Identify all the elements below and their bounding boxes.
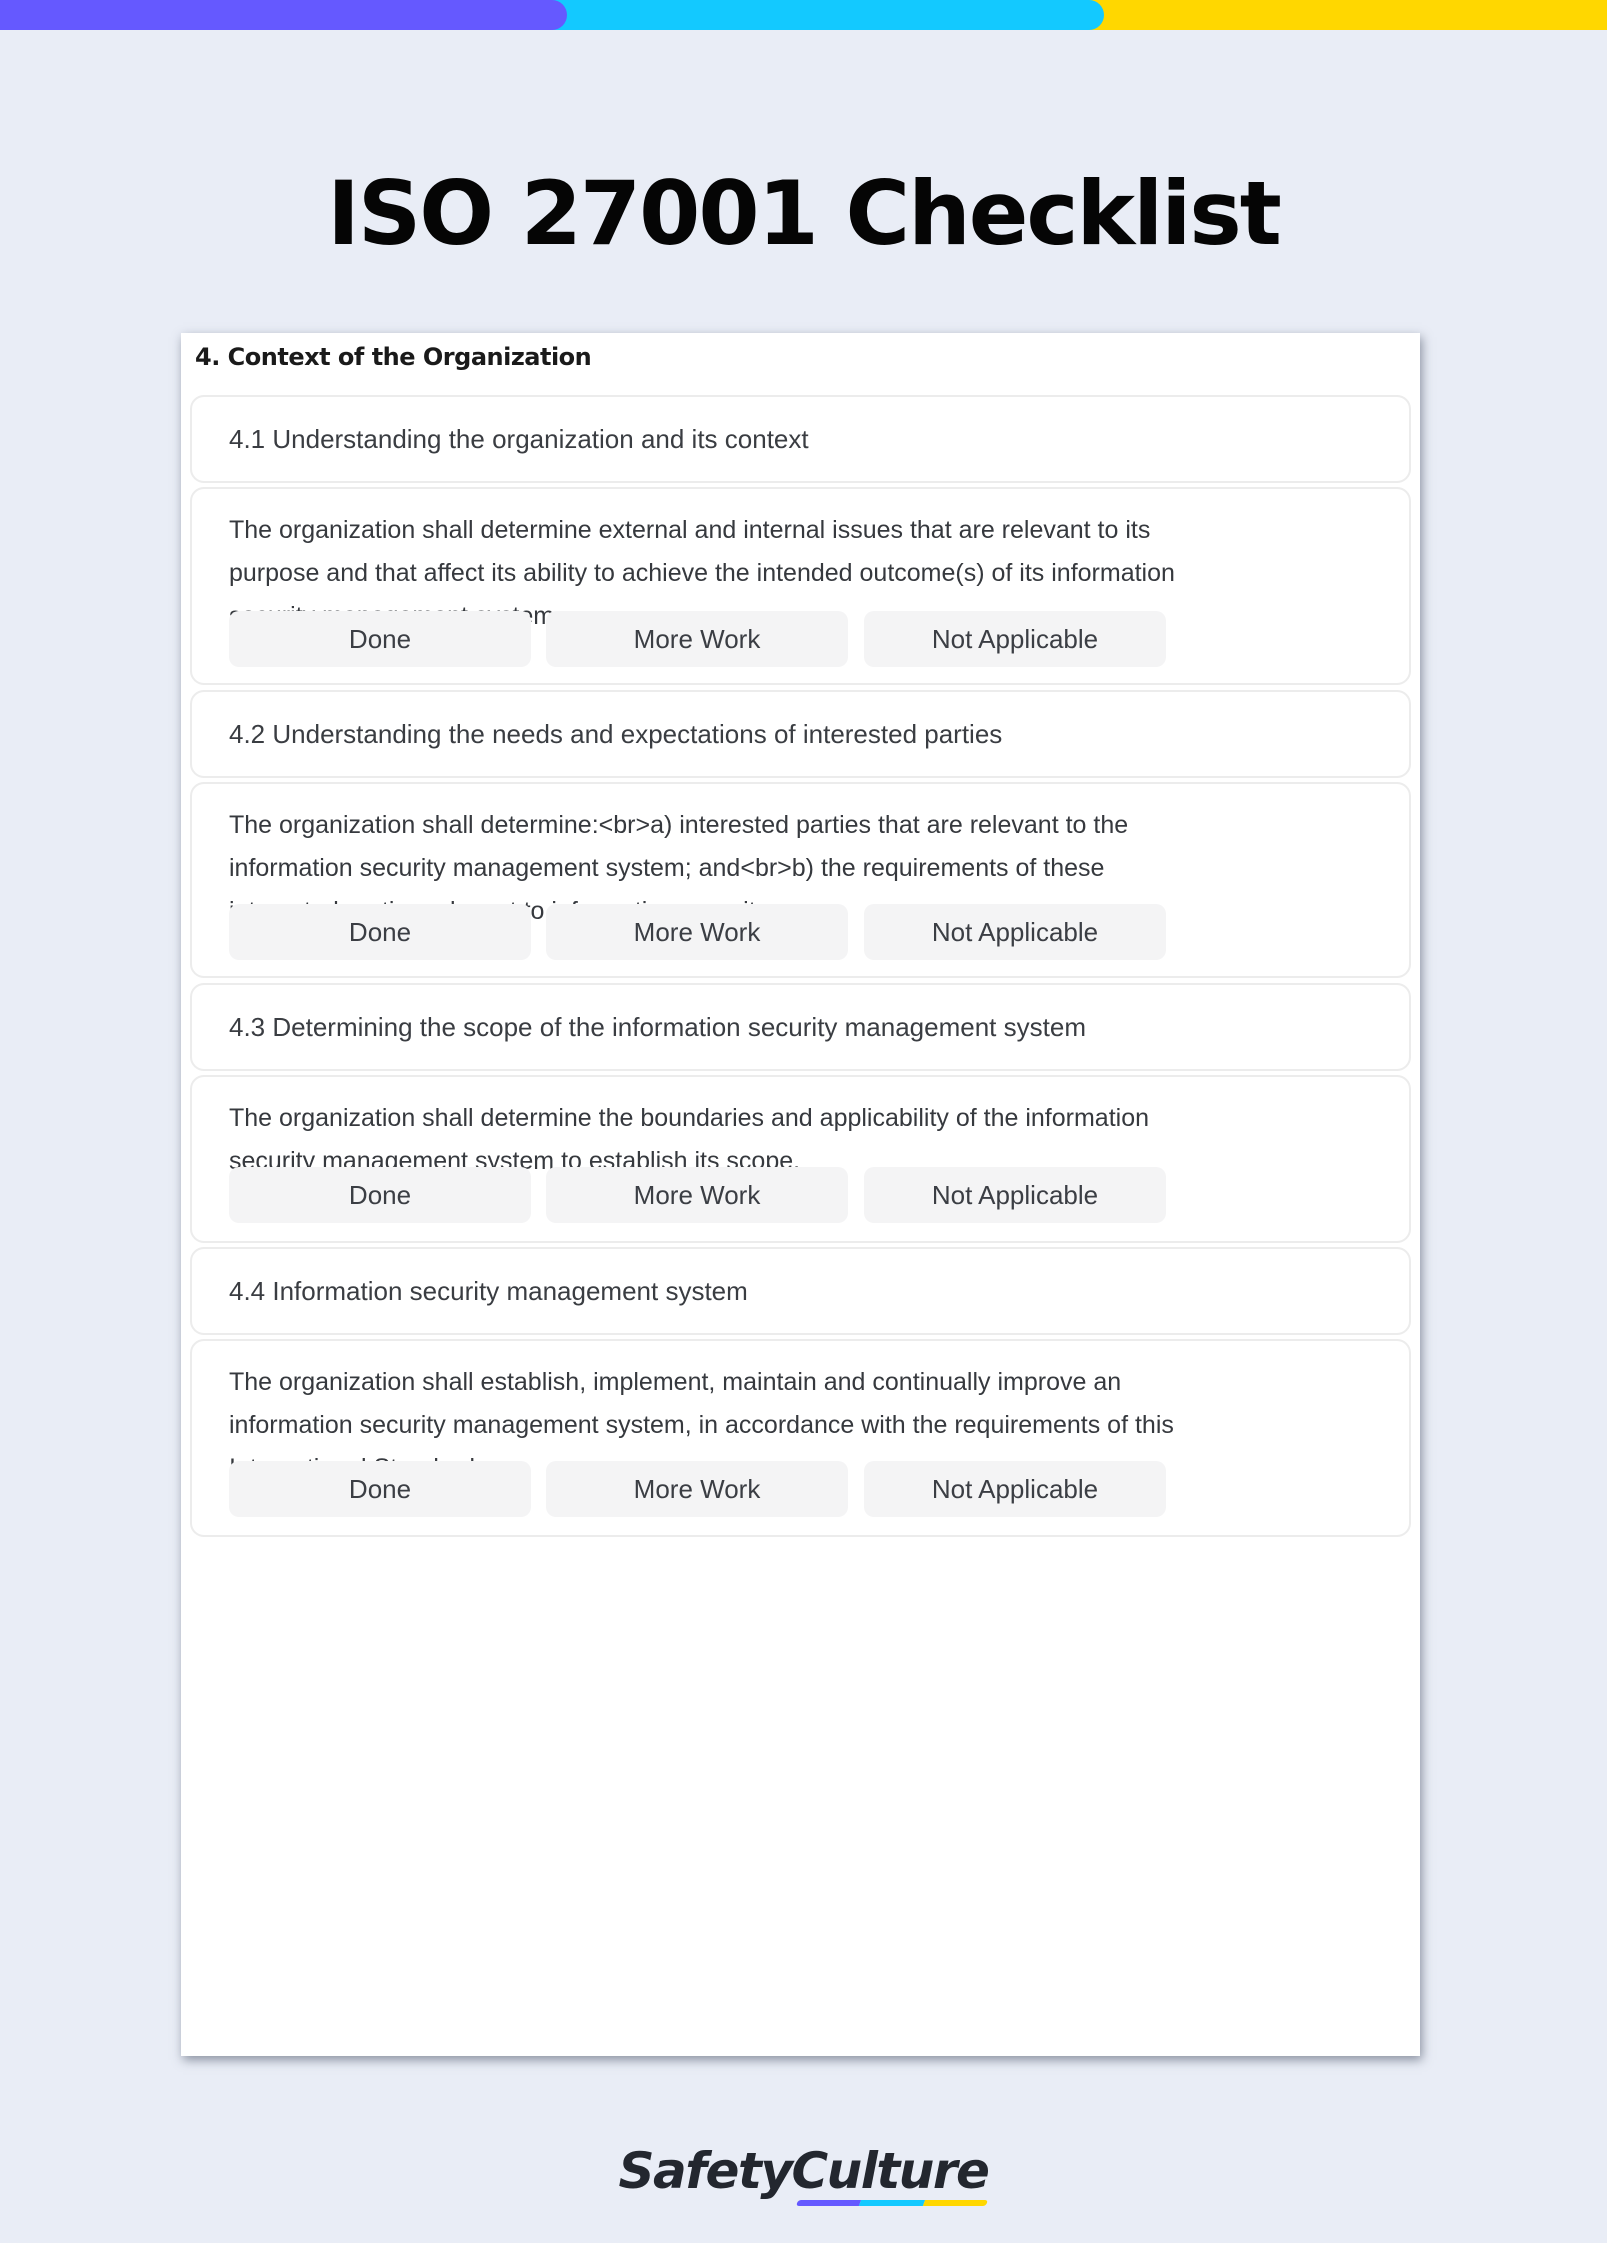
- item-title: 4.1 Understanding the organization and i…: [229, 424, 809, 454]
- item-title-box: 4.1 Understanding the organization and i…: [190, 395, 1411, 483]
- brand-underline-purple: [795, 2200, 861, 2206]
- done-button[interactable]: Done: [229, 611, 531, 667]
- response-button-group: Done More Work Not Applicable: [229, 611, 1189, 667]
- page-title: ISO 27001 Checklist: [327, 162, 1282, 265]
- more-work-button[interactable]: More Work: [546, 1167, 848, 1223]
- response-button-group: Done More Work Not Applicable: [229, 904, 1189, 960]
- item-question-box: The organization shall determine:<br>a) …: [190, 782, 1411, 978]
- not-applicable-button[interactable]: Not Applicable: [864, 1461, 1166, 1517]
- not-applicable-button[interactable]: Not Applicable: [864, 611, 1166, 667]
- stripe-purple: [0, 0, 567, 30]
- item-title: 4.4 Information security management syst…: [229, 1276, 748, 1306]
- top-color-stripe: [0, 0, 1607, 30]
- item-title: 4.2 Understanding the needs and expectat…: [229, 719, 1003, 749]
- not-applicable-button[interactable]: Not Applicable: [864, 904, 1166, 960]
- item-question-box: The organization shall determine the bou…: [190, 1075, 1411, 1243]
- item-title: 4.3 Determining the scope of the informa…: [229, 1012, 1086, 1042]
- stripe-yellow: [1080, 0, 1607, 30]
- more-work-button[interactable]: More Work: [546, 611, 848, 667]
- item-title-box: 4.4 Information security management syst…: [190, 1247, 1411, 1335]
- response-button-group: Done More Work Not Applicable: [229, 1461, 1189, 1517]
- done-button[interactable]: Done: [229, 904, 531, 960]
- section-heading: 4. Context of the Organization: [195, 343, 592, 371]
- checklist-card: 4. Context of the Organization 4.1 Under…: [181, 333, 1420, 2056]
- brand-underline-cyan: [858, 2200, 925, 2206]
- stripe-cyan: [540, 0, 1104, 30]
- brand-wordmark: SafetyCulture: [618, 2142, 990, 2206]
- not-applicable-button[interactable]: Not Applicable: [864, 1167, 1166, 1223]
- brand-name: SafetyCulture: [618, 2142, 990, 2200]
- item-question-box: The organization shall establish, implem…: [190, 1339, 1411, 1537]
- done-button[interactable]: Done: [229, 1167, 531, 1223]
- more-work-button[interactable]: More Work: [546, 1461, 848, 1517]
- brand-underline: [795, 2200, 988, 2206]
- done-button[interactable]: Done: [229, 1461, 531, 1517]
- brand-underline-yellow: [922, 2200, 988, 2206]
- item-title-box: 4.2 Understanding the needs and expectat…: [190, 690, 1411, 778]
- safetyculture-logo: SafetyCulture: [0, 2142, 1607, 2206]
- response-button-group: Done More Work Not Applicable: [229, 1167, 1189, 1223]
- more-work-button[interactable]: More Work: [546, 904, 848, 960]
- item-title-box: 4.3 Determining the scope of the informa…: [190, 983, 1411, 1071]
- item-question-box: The organization shall determine externa…: [190, 487, 1411, 685]
